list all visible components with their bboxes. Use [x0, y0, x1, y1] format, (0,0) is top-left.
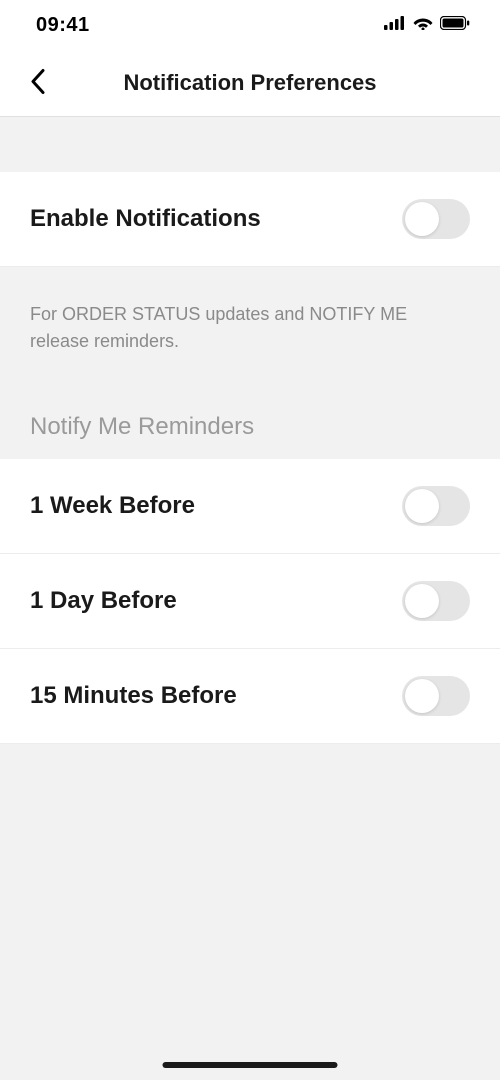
battery-icon — [440, 16, 470, 35]
reminder-toggle-1-week[interactable] — [402, 486, 470, 526]
toggle-knob — [405, 489, 439, 523]
toggle-knob — [405, 584, 439, 618]
spacer — [0, 117, 500, 172]
toggle-knob — [405, 202, 439, 236]
wifi-icon — [413, 16, 433, 35]
description-text: For ORDER STATUS updates and NOTIFY ME r… — [30, 301, 470, 355]
reminder-row-15-min: 15 Minutes Before — [0, 649, 500, 744]
enable-notifications-label: Enable Notifications — [30, 205, 261, 233]
home-indicator[interactable] — [163, 1062, 338, 1068]
back-button[interactable] — [22, 67, 52, 97]
header: Notification Preferences — [0, 50, 500, 117]
enable-notifications-row: Enable Notifications — [0, 172, 500, 267]
reminder-toggle-1-day[interactable] — [402, 581, 470, 621]
reminder-row-1-day: 1 Day Before — [0, 554, 500, 649]
reminder-label: 15 Minutes Before — [30, 682, 237, 710]
reminders-section-title: Notify Me Reminders — [30, 413, 470, 441]
reminder-label: 1 Day Before — [30, 587, 177, 615]
reminders-section-header: Notify Me Reminders — [0, 375, 500, 459]
status-icons — [384, 16, 470, 35]
toggle-knob — [405, 679, 439, 713]
reminder-toggle-15-min[interactable] — [402, 676, 470, 716]
enable-notifications-toggle[interactable] — [402, 199, 470, 239]
description-section: For ORDER STATUS updates and NOTIFY ME r… — [0, 267, 500, 375]
chevron-left-icon — [30, 69, 45, 95]
page-title: Notification Preferences — [0, 70, 500, 96]
status-bar: 09:41 — [0, 0, 500, 50]
reminder-label: 1 Week Before — [30, 492, 195, 520]
status-time: 09:41 — [36, 14, 90, 37]
reminder-row-1-week: 1 Week Before — [0, 459, 500, 554]
cellular-icon — [384, 16, 406, 35]
